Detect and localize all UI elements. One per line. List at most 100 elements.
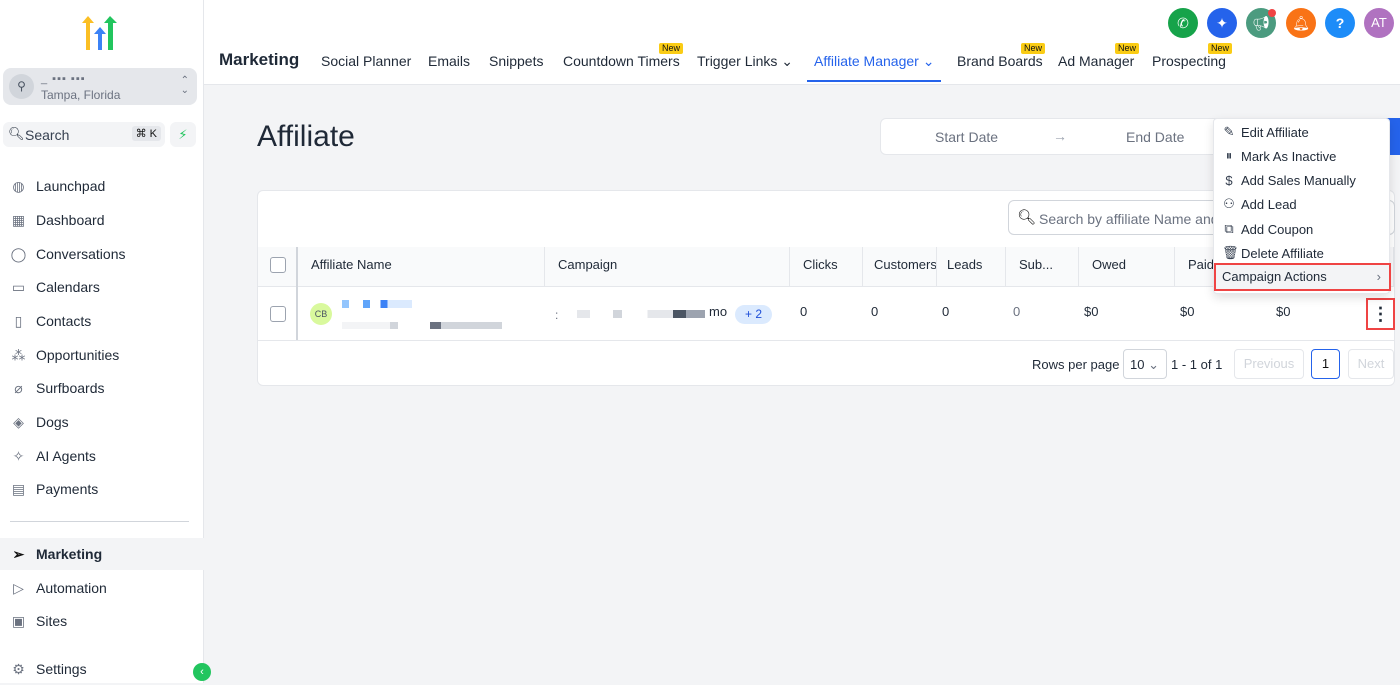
surfboard-icon: ⌀ bbox=[14, 379, 23, 396]
clicks-cell: 0 bbox=[800, 304, 808, 319]
column-clicks[interactable]: Clicks bbox=[790, 247, 863, 287]
sidebar-search[interactable]: 🔍︎ Search ⌘ K bbox=[3, 122, 165, 147]
campaign-prefix: : bbox=[555, 308, 559, 322]
location-city: Tampa, Florida bbox=[41, 88, 121, 102]
owed-cell: $0 bbox=[1084, 304, 1099, 319]
end-date[interactable]: End Date bbox=[1126, 129, 1184, 145]
quick-action-bolt-icon[interactable]: ⚡︎ bbox=[170, 122, 196, 147]
tab-snippets[interactable]: Snippets bbox=[489, 53, 543, 69]
column-customers[interactable]: Customers bbox=[863, 247, 937, 287]
tab-emails[interactable]: Emails bbox=[428, 53, 470, 69]
avatar[interactable]: AT bbox=[1364, 8, 1394, 38]
column-owed[interactable]: Owed bbox=[1079, 247, 1175, 287]
select-all-checkbox[interactable] bbox=[270, 257, 286, 273]
column-campaign[interactable]: Campaign bbox=[545, 247, 790, 287]
rows-per-page-value: 10 bbox=[1130, 357, 1145, 372]
logo-icon bbox=[82, 16, 117, 50]
date-range-picker[interactable]: Start Date → End Date bbox=[880, 118, 1230, 155]
calendar-icon: ▭ bbox=[11, 278, 26, 295]
start-date[interactable]: Start Date bbox=[935, 129, 998, 145]
sidebar-item-ai-agents[interactable]: ✧ AI Agents bbox=[0, 440, 204, 472]
ai-sparkle-icon[interactable]: ✦ bbox=[1207, 8, 1237, 38]
search-label: Search bbox=[25, 127, 70, 143]
sidebar-item-automation[interactable]: ▷ Automation bbox=[0, 572, 204, 604]
row-actions-kebab-icon[interactable]: ⋮ bbox=[1366, 298, 1395, 330]
sidebar-item-surfboards[interactable]: ⌀ Surfboards bbox=[0, 372, 204, 404]
menu-item-add-coupon[interactable]: ⧉ Add Coupon bbox=[1222, 217, 1313, 241]
help-icon[interactable]: ? bbox=[1325, 8, 1355, 38]
sidebar-item-dogs[interactable]: ◈ Dogs bbox=[0, 406, 204, 438]
sparkle-icon: ✧ bbox=[12, 447, 25, 464]
location-name: _ ▪▪▪ ▪▪▪ bbox=[41, 73, 86, 85]
arrow-right-icon: → bbox=[1053, 128, 1067, 144]
phone-icon[interactable]: ✆ bbox=[1168, 8, 1198, 38]
menu-item-label: Add Sales Manually bbox=[1241, 172, 1356, 188]
row-checkbox[interactable] bbox=[270, 306, 286, 322]
more-campaigns-badge[interactable]: + 2 bbox=[735, 305, 772, 324]
automation-icon: ▷ bbox=[13, 579, 24, 596]
sidebar-item-contacts[interactable]: ▯ Contacts bbox=[0, 305, 204, 337]
page-1-button[interactable]: 1 bbox=[1311, 349, 1340, 379]
menu-item-edit-affiliate[interactable]: ✎ Edit Affiliate bbox=[1222, 120, 1309, 144]
sidebar-item-label: Surfboards bbox=[36, 380, 105, 396]
column-leads[interactable]: Leads bbox=[937, 247, 1006, 287]
location-switcher[interactable]: ⚲ _ ▪▪▪ ▪▪▪ Tampa, Florida ⌃ ⌄ bbox=[3, 68, 197, 105]
menu-item-mark-inactive[interactable]: ⏸︎ Mark As Inactive bbox=[1222, 144, 1337, 168]
customers-cell: 0 bbox=[871, 304, 879, 319]
column-sub[interactable]: Sub... bbox=[1006, 247, 1079, 287]
dashboard-icon: ▦ bbox=[11, 211, 26, 228]
tab-ad-manager[interactable]: Ad Manager bbox=[1058, 53, 1134, 69]
tab-prospecting[interactable]: Prospecting bbox=[1152, 53, 1226, 69]
tab-trigger-links[interactable]: Trigger Links ⌄ bbox=[697, 53, 793, 70]
menu-item-add-sales[interactable]: $ Add Sales Manually bbox=[1222, 168, 1356, 192]
amount-cell: $0 bbox=[1276, 304, 1291, 319]
sidebar-item-payments[interactable]: ▤ Payments bbox=[0, 473, 204, 505]
sidebar-item-label: Sites bbox=[36, 613, 68, 629]
previous-page-button[interactable]: Previous bbox=[1234, 349, 1304, 379]
globe-icon: ▣ bbox=[11, 612, 26, 629]
affiliate-name-redacted bbox=[342, 300, 412, 308]
sidebar-item-conversations[interactable]: ◯ Conversations bbox=[0, 238, 204, 270]
sidebar-item-label: Contacts bbox=[36, 313, 92, 329]
sticky-column-divider bbox=[296, 247, 298, 341]
gear-icon: ⚙ bbox=[12, 660, 25, 677]
menu-item-label: Add Coupon bbox=[1241, 221, 1314, 237]
tab-countdown-timers[interactable]: Countdown Timers bbox=[563, 53, 680, 69]
leads-cell: 0 bbox=[942, 304, 950, 319]
sidebar-item-label: Dogs bbox=[36, 414, 69, 430]
rows-per-page-select[interactable]: 10 ⌄ bbox=[1123, 349, 1167, 379]
affiliate-avatar: CB bbox=[310, 303, 332, 325]
contacts-icon: ▯ bbox=[14, 312, 23, 329]
sidebar-item-opportunities[interactable]: ⁂ Opportunities bbox=[0, 339, 204, 371]
sidebar-item-sites[interactable]: ▣ Sites bbox=[0, 605, 204, 637]
menu-item-campaign-actions[interactable]: Campaign Actions › bbox=[1214, 263, 1391, 291]
search-icon: 🔍︎ bbox=[1017, 209, 1037, 226]
bell-icon[interactable]: 🔔︎ bbox=[1286, 8, 1316, 38]
sidebar-item-label: Dashboard bbox=[36, 212, 105, 228]
tab-brand-boards[interactable]: Brand Boards bbox=[957, 53, 1043, 69]
sidebar-item-label: Calendars bbox=[36, 279, 100, 295]
sidebar-item-label: Automation bbox=[36, 580, 107, 596]
menu-item-label: Campaign Actions bbox=[1222, 269, 1327, 284]
menu-item-delete-affiliate[interactable]: 🗑︎ Delete Affiliate bbox=[1222, 241, 1324, 265]
new-badge: New bbox=[659, 43, 684, 54]
collapse-sidebar-button[interactable]: ‹ bbox=[193, 663, 211, 681]
sidebar-item-marketing[interactable]: ➢ Marketing bbox=[0, 538, 204, 570]
column-affiliate-name[interactable]: Affiliate Name bbox=[298, 247, 545, 287]
pencil-icon: ✎ bbox=[1223, 124, 1235, 139]
new-badge: New bbox=[1115, 43, 1140, 54]
sidebar-item-calendars[interactable]: ▭ Calendars bbox=[0, 271, 204, 303]
tab-social-planner[interactable]: Social Planner bbox=[321, 53, 411, 69]
chevron-down-icon: ⌄ bbox=[1148, 357, 1159, 372]
menu-item-add-lead[interactable]: ⚇ Add Lead bbox=[1222, 192, 1297, 216]
menu-item-label: Mark As Inactive bbox=[1241, 148, 1337, 164]
tab-affiliate-manager[interactable]: Affiliate Manager ⌄ bbox=[807, 53, 942, 82]
sidebar-item-launchpad[interactable]: ◍ Launchpad bbox=[0, 170, 204, 202]
sidebar-item-label: Conversations bbox=[36, 246, 126, 262]
sub-cell: 0 bbox=[1013, 304, 1021, 319]
next-page-button[interactable]: Next bbox=[1348, 349, 1394, 379]
send-icon: ➢ bbox=[12, 545, 25, 562]
sidebar-item-settings[interactable]: ⚙ Settings bbox=[0, 653, 204, 685]
new-badge: New bbox=[1021, 43, 1046, 54]
sidebar-item-dashboard[interactable]: ▦ Dashboard bbox=[0, 204, 204, 236]
